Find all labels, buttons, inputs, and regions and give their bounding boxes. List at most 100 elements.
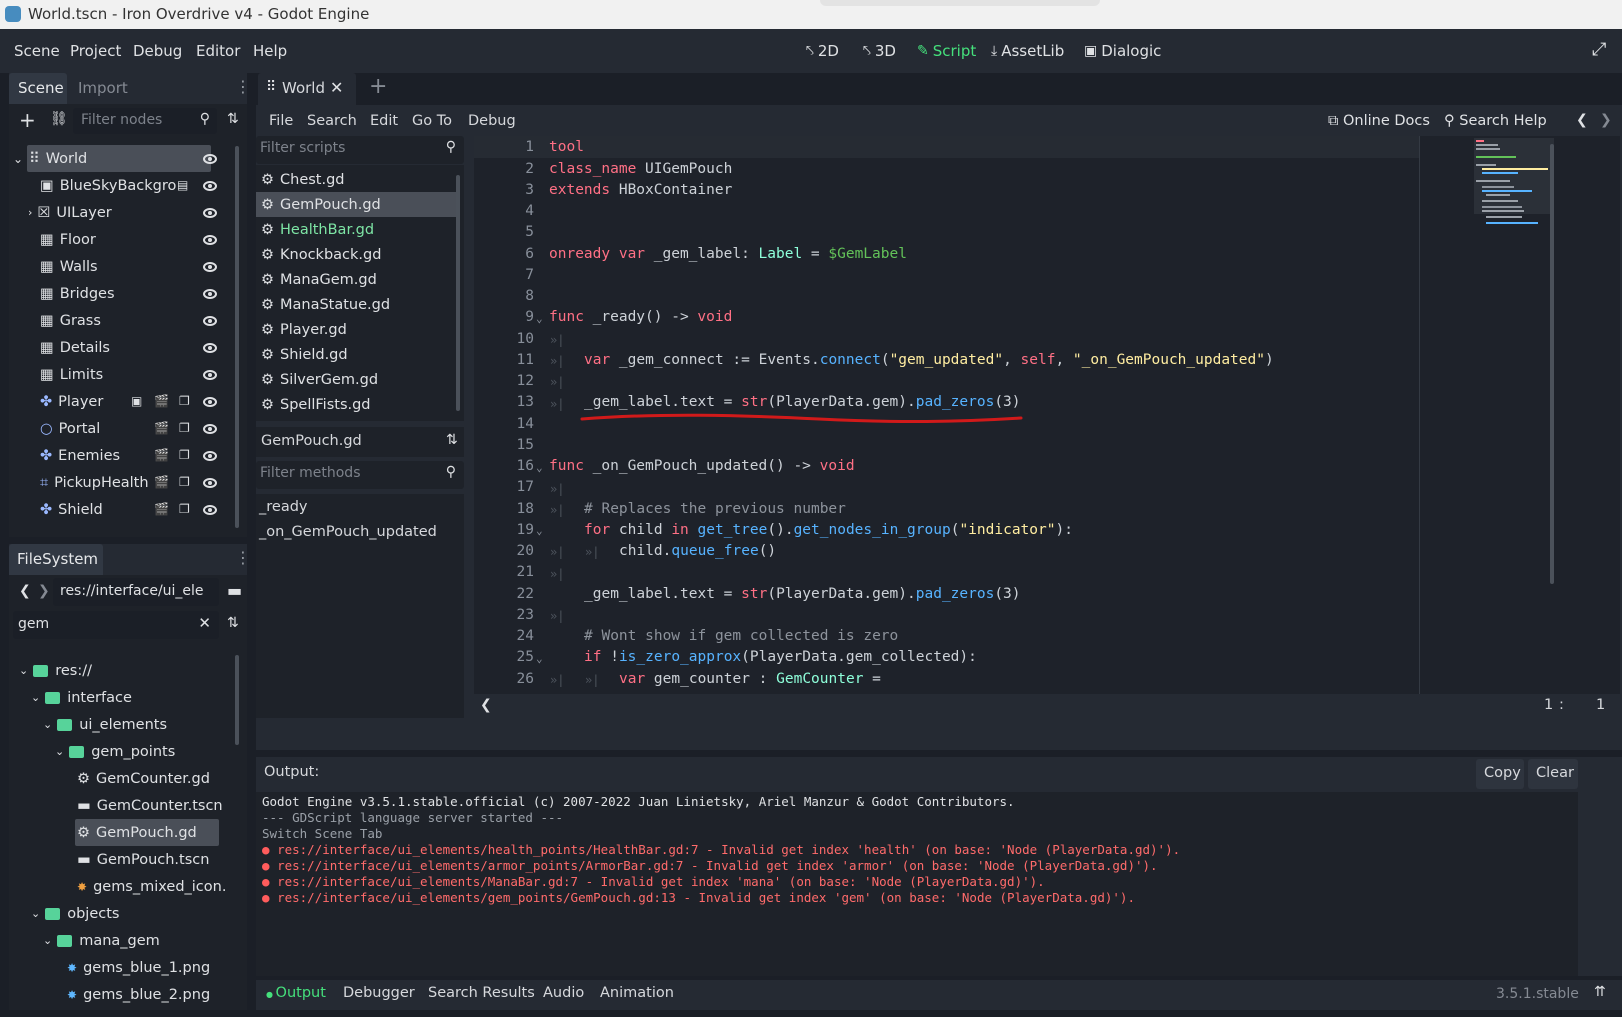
instance-icon[interactable]: 🎬 xyxy=(154,502,169,516)
split-view-icon[interactable]: ▬ xyxy=(227,581,242,600)
node-shield[interactable]: ✤ Shield xyxy=(40,496,103,523)
visibility-eye-icon[interactable] xyxy=(203,424,217,434)
workspace-assetlib[interactable]: ⤓ AssetLib xyxy=(991,42,1064,60)
fs-gemcounter-tscn[interactable]: ▬ GemCounter.tscn xyxy=(77,792,223,819)
workspace-3d[interactable]: ⤣ 3D xyxy=(863,42,896,60)
fs-gemcounter-gd[interactable]: ⚙ GemCounter.gd xyxy=(77,765,210,792)
add-tab-icon[interactable]: + xyxy=(369,74,387,99)
visibility-eye-icon[interactable] xyxy=(203,343,217,353)
visibility-eye-icon[interactable] xyxy=(203,316,217,326)
node-enemies[interactable]: ✤ Enemies xyxy=(40,442,120,469)
search-help-button[interactable]: ⚲ Search Help xyxy=(1444,113,1547,129)
menu-help[interactable]: Help xyxy=(253,42,287,60)
add-node-icon[interactable]: + xyxy=(19,108,36,132)
script-list-scrollbar[interactable] xyxy=(456,175,460,411)
tab-filesystem[interactable]: FileSystem xyxy=(9,544,103,575)
dock-menu-icon[interactable]: ⋮ xyxy=(235,77,251,96)
fold-arrow-icon[interactable]: ⌄ xyxy=(536,652,543,665)
tab-search-results[interactable]: Search Results xyxy=(428,985,535,1001)
scene-tree-scrollbar[interactable] xyxy=(235,146,239,528)
filter-scripts-input[interactable]: Filter scripts ⚲ xyxy=(256,136,464,164)
expand-panel-icon[interactable]: ⇈ xyxy=(1594,984,1606,1000)
visibility-eye-icon[interactable] xyxy=(203,397,217,407)
method-on-gempouch-updated[interactable]: _on_GemPouch_updated xyxy=(259,524,437,540)
visibility-eye-icon[interactable] xyxy=(203,451,217,461)
close-tab-icon[interactable]: ✕ xyxy=(330,78,343,97)
node-blueskybackground[interactable]: ▣ BlueSkyBackgro xyxy=(40,172,176,199)
tab-audio[interactable]: Audio xyxy=(543,985,584,1001)
menu-project[interactable]: Project xyxy=(70,42,121,60)
sort-icon[interactable]: ⇅ xyxy=(227,615,239,631)
tab-world[interactable]: ⠿ World ✕ xyxy=(258,73,356,105)
script-item-chest[interactable]: ⚙ Chest.gd xyxy=(256,167,460,192)
distraction-free-icon[interactable]: ⤢ xyxy=(1592,39,1606,60)
filesystem-scrollbar[interactable] xyxy=(235,655,239,745)
node-portal[interactable]: ○ Portal xyxy=(40,415,100,442)
workspace-script[interactable]: ✎ Script xyxy=(917,42,976,60)
copy-button[interactable]: Copy xyxy=(1476,759,1524,789)
script-menu-edit[interactable]: Edit xyxy=(370,113,398,129)
tab-scene[interactable]: Scene xyxy=(9,73,67,104)
instance-icon[interactable]: 🎬 xyxy=(154,421,169,435)
instance-icon[interactable]: 🎬 xyxy=(154,448,169,462)
menu-debug[interactable]: Debug xyxy=(133,42,182,60)
back-icon[interactable]: ❮ xyxy=(19,583,31,599)
node-walls[interactable]: ▦ Walls xyxy=(40,253,98,280)
fs-gem-points[interactable]: ⌄ gem_points xyxy=(55,738,175,765)
online-docs-link[interactable]: ⧉ Online Docs xyxy=(1328,113,1430,129)
sort-methods-icon[interactable]: ⇅ xyxy=(446,432,458,448)
script-attached-icon[interactable]: ❐ xyxy=(179,475,190,489)
instance-icon[interactable]: 🎬 xyxy=(154,475,169,489)
visibility-eye-icon[interactable] xyxy=(203,181,217,191)
node-limits[interactable]: ▦ Limits xyxy=(40,361,103,388)
script-attached-icon[interactable]: ❐ xyxy=(179,448,190,462)
script-menu-debug[interactable]: Debug xyxy=(468,113,516,129)
visibility-eye-icon[interactable] xyxy=(203,505,217,515)
fold-arrow-icon[interactable]: ⌄ xyxy=(536,312,543,325)
tab-debugger[interactable]: Debugger xyxy=(343,985,415,1001)
fs-gems-blue-2[interactable]: ✸ gems_blue_2.png xyxy=(67,981,210,1008)
node-pickuphealth[interactable]: ⌗ PickupHealth xyxy=(40,469,149,496)
script-item-silvergem[interactable]: ⚙ SilverGem.gd xyxy=(256,367,460,392)
fs-objects[interactable]: ⌄ objects xyxy=(31,900,119,927)
next-script-icon[interactable]: ❯ xyxy=(1600,112,1612,128)
node-player[interactable]: ✤ Player xyxy=(40,388,103,415)
script-attached-icon[interactable]: ❐ xyxy=(179,421,190,435)
visibility-eye-icon[interactable] xyxy=(203,370,217,380)
fs-gems-blue-1[interactable]: ✸ gems_blue_1.png xyxy=(67,954,210,981)
instance-icon[interactable]: 🎬 xyxy=(154,394,169,408)
path-field[interactable]: res://interface/ui_ele xyxy=(53,578,219,606)
fs-res-root[interactable]: ⌄ res:// xyxy=(19,657,92,684)
visibility-eye-icon[interactable] xyxy=(203,208,217,218)
forward-icon[interactable]: ❯ xyxy=(38,583,50,599)
fold-arrow-icon[interactable]: ⌄ xyxy=(536,461,543,474)
filter-nodes-input[interactable]: Filter nodes ⚲ xyxy=(73,108,217,134)
fold-arrow-icon[interactable]: ⌄ xyxy=(536,524,543,537)
node-grass[interactable]: ▦ Grass xyxy=(40,307,101,334)
node-bridges[interactable]: ▦ Bridges xyxy=(40,280,115,307)
script-item-manastatue[interactable]: ⚙ ManaStatue.gd xyxy=(256,292,460,317)
method-ready[interactable]: _ready xyxy=(259,499,307,515)
fs-mana-gem[interactable]: ⌄ mana_gem xyxy=(43,927,160,954)
script-item-managem[interactable]: ⚙ ManaGem.gd xyxy=(256,267,460,292)
file-search-input[interactable]: gem ✕ xyxy=(13,611,219,639)
tab-output[interactable]: ● Output xyxy=(266,985,326,1001)
clear-button[interactable]: Clear xyxy=(1528,759,1578,789)
prev-script-icon[interactable]: ❮ xyxy=(1576,112,1588,128)
script-attach-icon[interactable]: ⇅ xyxy=(227,111,239,127)
node-world[interactable]: ⌄ ⠿ World xyxy=(13,145,211,172)
code-editor[interactable]: 1 2 3 4 5 6 7 8 9 10 11 12 13 14 15 16 1… xyxy=(474,136,1620,694)
toggle-scripts-panel-icon[interactable]: ❮ xyxy=(480,697,492,713)
group-icon[interactable]: ▤ xyxy=(177,178,188,192)
tab-import[interactable]: Import xyxy=(78,79,128,97)
visibility-eye-icon[interactable] xyxy=(203,235,217,245)
script-item-gempouch[interactable]: ⚙ GemPouch.gd xyxy=(256,192,460,217)
script-menu-search[interactable]: Search xyxy=(307,113,357,129)
fs-gempouch-tscn[interactable]: ▬ GemPouch.tscn xyxy=(77,846,209,873)
script-item-spellfists[interactable]: ⚙ SpellFists.gd xyxy=(256,392,460,417)
fs-gems-mixed-icon[interactable]: ✸ gems_mixed_icon. xyxy=(77,873,226,900)
clear-icon[interactable]: ✕ xyxy=(198,614,211,632)
node-details[interactable]: ▦ Details xyxy=(40,334,110,361)
script-attached-icon[interactable]: ❐ xyxy=(179,394,190,408)
visibility-eye-icon[interactable] xyxy=(203,289,217,299)
